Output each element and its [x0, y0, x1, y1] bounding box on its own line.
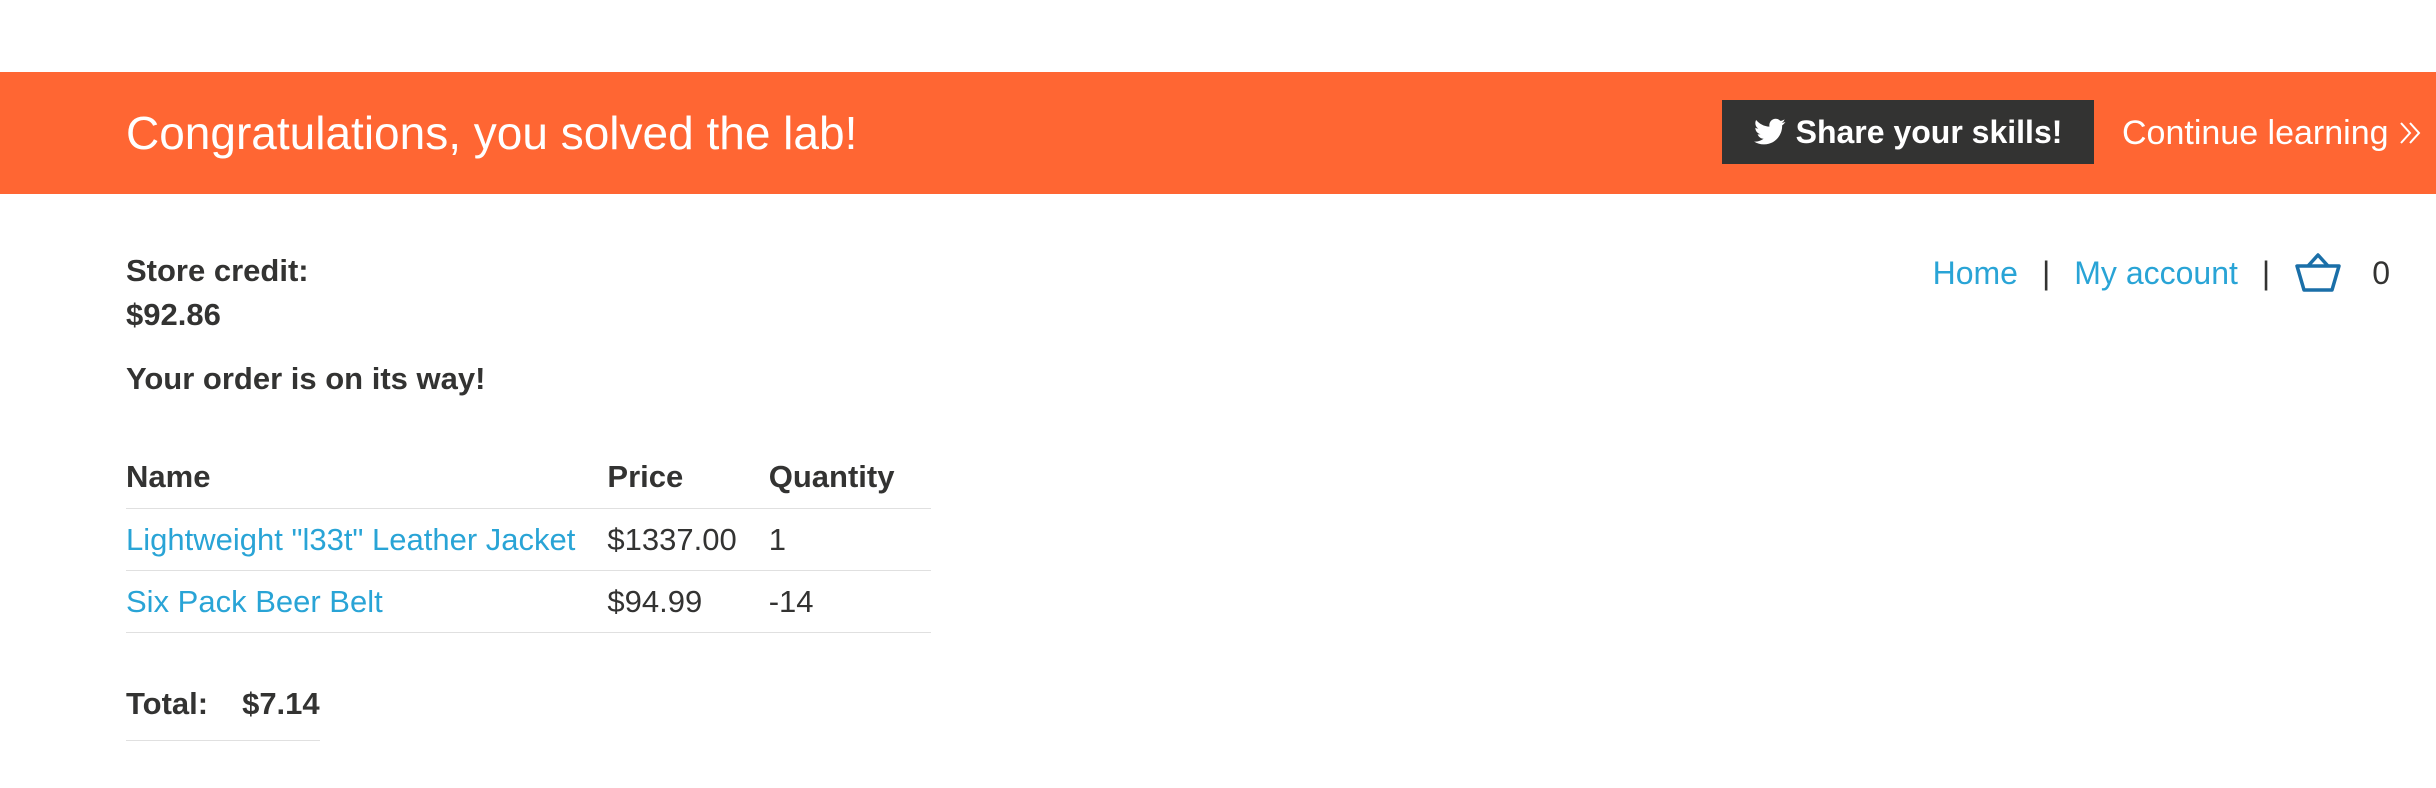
basket-icon[interactable]: [2294, 252, 2342, 294]
order-confirmation-message: Your order is on its way!: [126, 361, 486, 396]
home-link[interactable]: Home: [1933, 255, 2018, 292]
column-header-name: Name: [126, 446, 608, 509]
product-price: $94.99: [607, 570, 769, 633]
total-value: $7.14: [242, 686, 320, 721]
column-header-quantity: Quantity: [768, 446, 931, 509]
product-link[interactable]: Six Pack Beer Belt: [126, 584, 383, 619]
twitter-icon: [1753, 118, 1786, 145]
column-header-price: Price: [607, 446, 769, 509]
table-row: Six Pack Beer Belt $94.99 -14: [126, 570, 931, 633]
total-label: Total:: [126, 686, 209, 721]
product-link[interactable]: Lightweight "l33t" Leather Jacket: [126, 522, 575, 557]
double-chevron-right-icon: [2399, 122, 2420, 144]
table-row: Lightweight "l33t" Leather Jacket $1337.…: [126, 508, 931, 571]
my-account-link[interactable]: My account: [2074, 255, 2238, 292]
product-quantity: -14: [768, 570, 931, 633]
product-quantity: 1: [768, 508, 931, 571]
lab-solved-banner: Congratulations, you solved the lab! Sha…: [0, 72, 2436, 194]
order-items-table: Name Price Quantity Lightweight "l33t" L…: [126, 446, 931, 633]
continue-learning-link[interactable]: Continue learning: [2122, 72, 2423, 194]
continue-learning-label: Continue learning: [2122, 113, 2389, 152]
order-total: Total: $7.14: [126, 686, 320, 741]
nav-separator: |: [2261, 254, 2271, 291]
product-price: $1337.00: [607, 508, 769, 571]
share-skills-label: Share your skills!: [1795, 113, 2063, 150]
nav-separator: |: [2041, 254, 2051, 291]
top-navigation: Home | My account | 0: [1933, 250, 2390, 296]
banner-title: Congratulations, you solved the lab!: [126, 107, 858, 159]
store-credit-label: Store credit:: [126, 253, 309, 288]
cart-count: 0: [2372, 254, 2390, 291]
share-skills-button[interactable]: Share your skills!: [1722, 100, 2094, 164]
table-header-row: Name Price Quantity: [126, 446, 931, 509]
store-credit-value: $92.86: [126, 297, 221, 332]
